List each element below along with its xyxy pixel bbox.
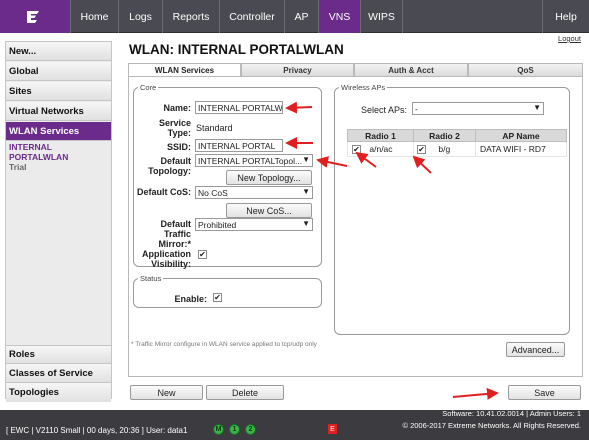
annotation-arrow — [355, 151, 377, 168]
annotation-arrow — [316, 156, 348, 168]
annotation-arrow — [412, 155, 432, 174]
annotation-arrow — [285, 101, 313, 114]
annotation-arrows — [285, 101, 499, 400]
annotation-arrow — [452, 387, 499, 400]
